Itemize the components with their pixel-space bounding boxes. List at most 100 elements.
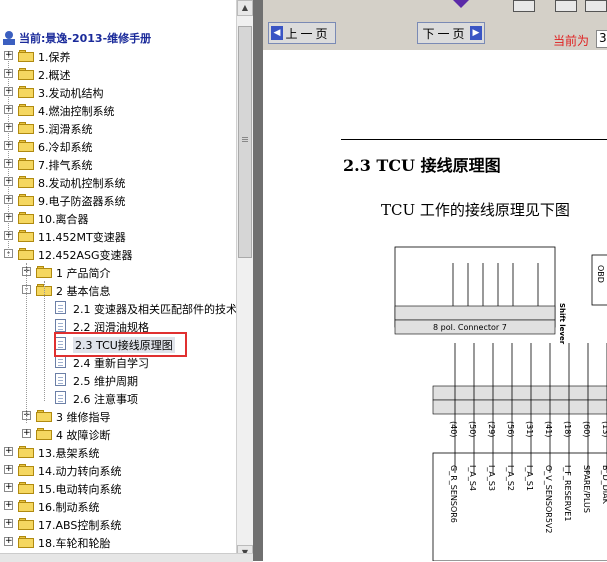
tree-folder-item[interactable]: +15.电动转向系统	[0, 479, 236, 497]
section-body-text: TCU 工作的接线原理见下图	[381, 201, 570, 219]
tree-item-label: 7.排气系统	[38, 159, 93, 172]
toolbar-icon-1[interactable]	[513, 0, 535, 12]
book-icon	[3, 31, 15, 45]
section-title: 2.3 TCU 接线原理图	[343, 156, 501, 175]
tree-item-label: 10.离合器	[38, 213, 89, 226]
tree-folder-item[interactable]: -12.452ASG变速器	[0, 245, 236, 263]
tcu-wiring-diagram: 8 pol. Connector 7 Shift lever OBD (40) G…	[394, 246, 607, 561]
expand-icon[interactable]: +	[4, 501, 13, 510]
expand-icon[interactable]: +	[4, 519, 13, 528]
tree-folder-item[interactable]: +4.燃油控制系统	[0, 101, 236, 119]
highlight-annotation-box	[54, 332, 187, 357]
prev-page-button[interactable]: ◀ 上一页	[268, 22, 336, 44]
tree-folder-item[interactable]: +18.车轮和轮胎	[0, 533, 236, 551]
pane-splitter[interactable]	[253, 0, 263, 561]
expand-icon[interactable]: +	[22, 429, 31, 438]
tree-folder-item[interactable]: -2 基本信息	[0, 281, 236, 299]
tree-item-label: 15.电动转向系统	[38, 483, 122, 496]
tree-folder-item[interactable]: +3.发动机结构	[0, 83, 236, 101]
page-number-input[interactable]: 3	[596, 30, 607, 48]
tree-folder-item[interactable]: +17.ABS控制系统	[0, 515, 236, 533]
tree-item-label: 4 故障诊断	[56, 429, 111, 442]
tree-folder-item[interactable]: +5.润滑系统	[0, 119, 236, 137]
tree-leaf-item[interactable]: 2.1 变速器及相关匹配部件的技术	[0, 299, 236, 317]
prev-arrow-icon: ◀	[271, 26, 283, 40]
next-arrow-icon: ▶	[470, 26, 482, 40]
tree-title: 当前:景逸-2013-维修手册	[2, 28, 151, 48]
tree-leaf-item[interactable]: 2.6 注意事项	[0, 389, 236, 407]
tree-folder-item[interactable]: +1.保养	[0, 47, 236, 65]
folder-icon	[18, 518, 34, 530]
expand-icon[interactable]: +	[4, 483, 13, 492]
tree-folder-item[interactable]: +8.发动机控制系统	[0, 173, 236, 191]
viewer-toolbar: ◀ 上一页 下一页 ▶ 当前为 3	[263, 0, 607, 50]
expand-icon[interactable]: +	[4, 447, 13, 456]
folder-icon	[18, 122, 34, 134]
tree-leaf-item[interactable]: 2.5 维护周期	[0, 371, 236, 389]
tree-guide-line	[26, 263, 27, 423]
tree-folder-item[interactable]: +1 产品简介	[0, 263, 236, 281]
tree-item-label: 2.6 注意事项	[73, 393, 138, 406]
tree-folder-item[interactable]: +6.冷却系统	[0, 137, 236, 155]
scroll-up-button[interactable]: ▲	[237, 0, 253, 16]
tree-item-label: 2.4 重新自学习	[73, 357, 149, 370]
tree-folder-item[interactable]: +14.动力转向系统	[0, 461, 236, 479]
folder-open-icon	[18, 248, 34, 260]
pin-label: (41)	[544, 421, 553, 437]
obd-label: OBD	[596, 265, 605, 283]
toolbar-icon-3[interactable]	[585, 0, 607, 12]
tree-folder-item[interactable]: +4 故障诊断	[0, 425, 236, 443]
expand-icon[interactable]: +	[4, 537, 13, 546]
document-icon	[55, 373, 66, 386]
tree-folder-item[interactable]: +11.452MT变速器	[0, 227, 236, 245]
tree-folder-item[interactable]: +7.排气系统	[0, 155, 236, 173]
folder-icon	[18, 500, 34, 512]
toolbar-icon-2[interactable]	[555, 0, 577, 12]
expand-icon[interactable]: +	[4, 465, 13, 474]
scroll-thumb[interactable]	[238, 26, 252, 258]
signal-label: I_A_S2	[506, 465, 515, 491]
tree-item-label: 13.悬架系统	[38, 447, 100, 460]
tree-item-label: 8.发动机控制系统	[38, 177, 126, 190]
pin-label: (40)	[449, 421, 458, 437]
tree-item-label: 3 维修指导	[56, 411, 111, 424]
connector-label: 8 pol. Connector 7	[433, 323, 507, 332]
pin-label: (50)	[468, 421, 477, 437]
signal-label: SPARE/PLUS	[582, 465, 591, 513]
signal-label: I_A_S4	[468, 465, 477, 491]
document-icon	[55, 319, 66, 332]
tree-item-label: 2.概述	[38, 69, 71, 82]
next-page-button[interactable]: 下一页 ▶	[417, 22, 485, 44]
pin-label: (29)	[487, 421, 496, 437]
tree-folder-item[interactable]: +3 维修指导	[0, 407, 236, 425]
tree-item-label: 16.制动系统	[38, 501, 100, 514]
folder-icon	[18, 86, 34, 98]
pin-label: (60)	[582, 421, 591, 437]
signal-label: G_R_SENSOR6	[449, 465, 458, 523]
tree-item-label: 4.燃油控制系统	[38, 105, 115, 118]
tree-folder-item[interactable]: +9.电子防盗器系统	[0, 191, 236, 209]
folder-icon	[18, 536, 34, 548]
folder-icon	[18, 446, 34, 458]
tree-folder-item[interactable]: +10.离合器	[0, 209, 236, 227]
signal-label: O_V_SENSOR5V2	[544, 465, 553, 533]
folder-icon	[18, 104, 34, 116]
tree-item-label: 2.1 变速器及相关匹配部件的技术	[73, 303, 236, 316]
section-rule	[341, 139, 607, 140]
tree-item-label: 12.452ASG变速器	[38, 249, 133, 262]
tree-scrollbar[interactable]: ▲ ▼	[236, 0, 253, 561]
folder-icon	[18, 140, 34, 152]
tree-folder-item[interactable]: +13.悬架系统	[0, 443, 236, 461]
tree-item-label: 17.ABS控制系统	[38, 519, 122, 532]
tree-item-label: 2 基本信息	[56, 285, 111, 298]
tree-item-label: 3.发动机结构	[38, 87, 104, 100]
tree-folder-item[interactable]: +16.制动系统	[0, 497, 236, 515]
tree-folder-item[interactable]: +2.概述	[0, 65, 236, 83]
folder-icon	[36, 266, 52, 278]
signal-label: I_A_S1	[525, 465, 534, 491]
flag-icon	[453, 0, 469, 8]
signal-label: B_D_DIAK	[601, 465, 607, 505]
tree-item-label: 2.5 维护周期	[73, 375, 138, 388]
document-icon	[55, 391, 66, 404]
tree-item-label: 1.保养	[38, 51, 71, 64]
